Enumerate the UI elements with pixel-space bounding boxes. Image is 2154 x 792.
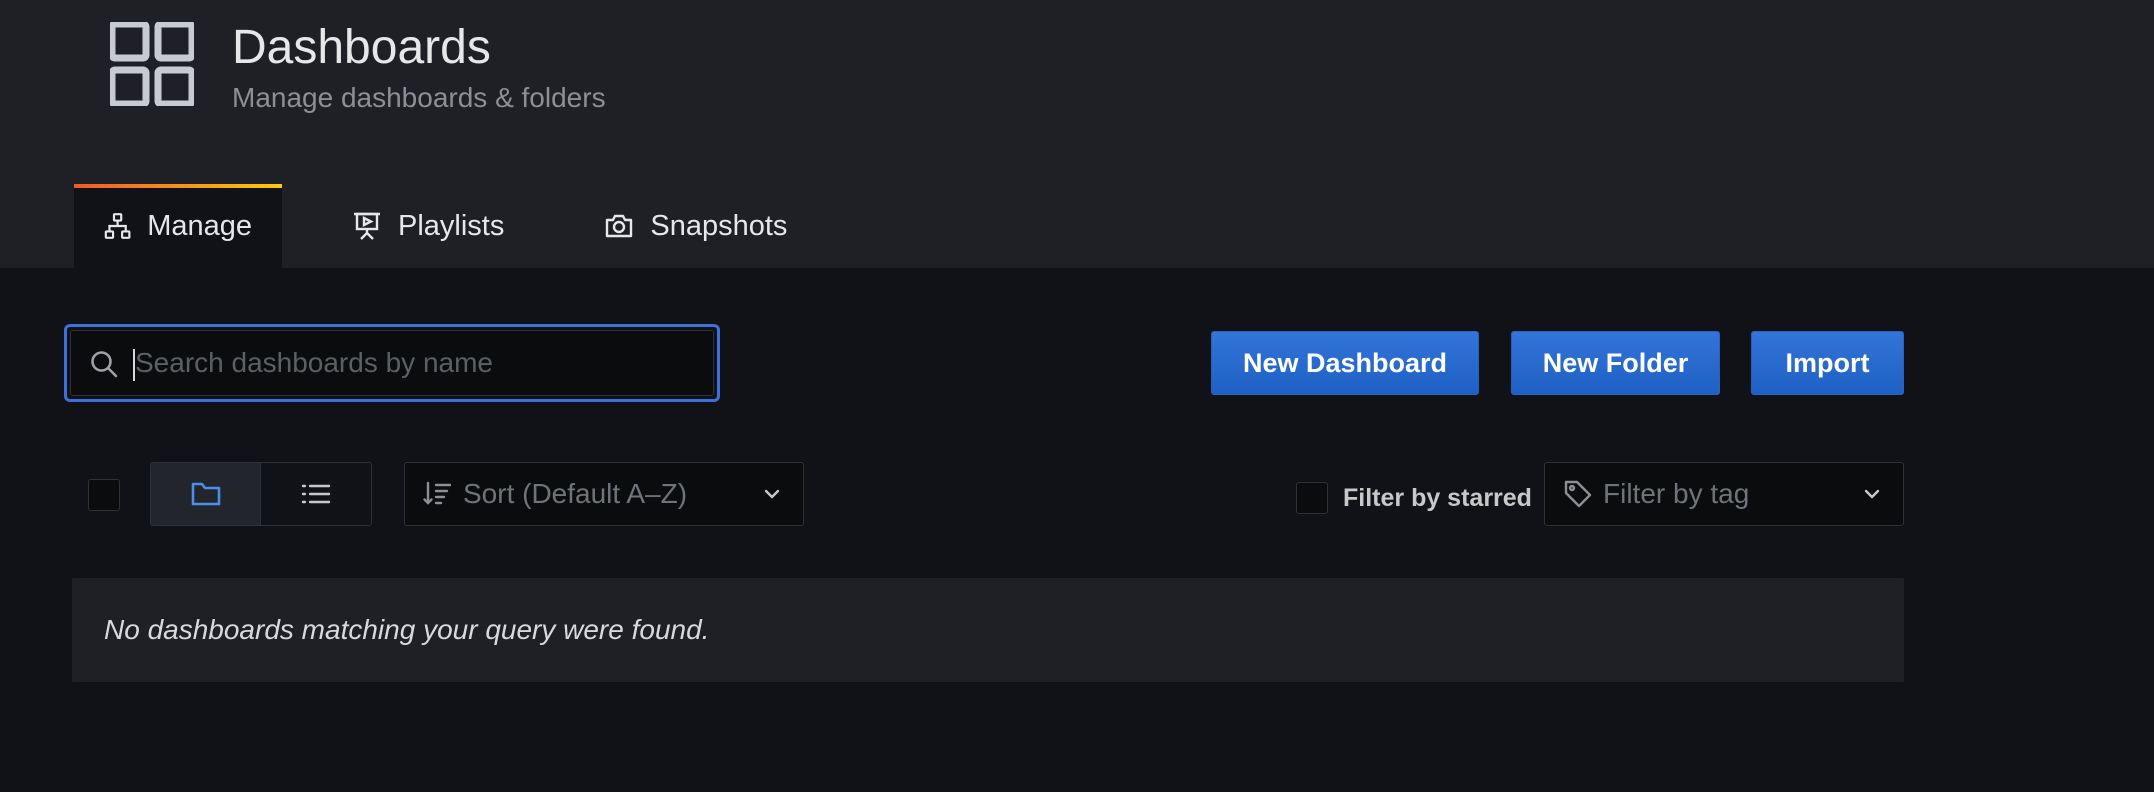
chevron-down-icon [764, 489, 780, 499]
sort-amount-down-icon [423, 481, 451, 505]
sitemap-icon [104, 213, 131, 239]
tab-snapshots[interactable]: Snapshots [574, 184, 817, 268]
camera-icon [606, 214, 633, 238]
view-mode-toggle [150, 462, 372, 526]
tab-bar: Manage Playlists Snapshots [74, 184, 817, 268]
tag-icon [1564, 480, 1592, 508]
filter-starred-checkbox[interactable] [1296, 482, 1328, 514]
tab-manage[interactable]: Manage [74, 184, 282, 268]
apps-grid-icon [110, 22, 194, 106]
page-title: Dashboards [232, 21, 491, 74]
folder-icon [191, 482, 220, 506]
tab-playlists-label: Playlists [398, 209, 505, 242]
tag-filter-placeholder: Filter by tag [1603, 478, 1750, 509]
page-subtitle: Manage dashboards & folders [232, 82, 606, 113]
sort-select[interactable]: Sort (Default A–Z) [404, 462, 804, 526]
text-caret [133, 349, 135, 381]
empty-results-panel: No dashboards matching your query were f… [72, 578, 1904, 682]
page-header: Dashboards Manage dashboards & folders M… [0, 0, 2154, 268]
list-icon [301, 484, 331, 504]
tab-playlists[interactable]: Playlists [322, 184, 534, 268]
tab-manage-label: Manage [147, 209, 252, 242]
presentation-play-icon [354, 212, 380, 240]
tag-filter-select[interactable]: Filter by tag [1544, 462, 1904, 526]
select-all-checkbox[interactable] [88, 479, 120, 511]
empty-results-message: No dashboards matching your query were f… [104, 614, 710, 645]
filter-starred-label[interactable]: Filter by starred [1343, 482, 1532, 514]
new-folder-button[interactable]: New Folder [1511, 331, 1720, 395]
sort-select-placeholder: Sort (Default A–Z) [463, 478, 688, 509]
search-icon [91, 351, 118, 378]
tab-snapshots-label: Snapshots [650, 209, 788, 242]
list-view-button[interactable] [261, 463, 371, 525]
search-input[interactable] [127, 331, 707, 395]
import-button[interactable]: Import [1751, 331, 1904, 395]
folder-view-button[interactable] [151, 463, 261, 525]
new-dashboard-button[interactable]: New Dashboard [1211, 331, 1479, 395]
search-box [64, 324, 720, 402]
chevron-down-icon [1864, 489, 1880, 499]
search-field-container [70, 330, 714, 396]
